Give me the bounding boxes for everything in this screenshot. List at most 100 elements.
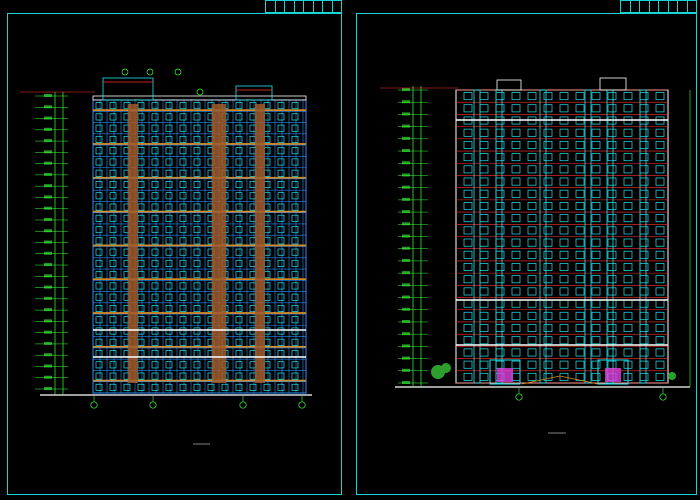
right-window: [591, 336, 601, 345]
right-window: [639, 153, 649, 162]
right-window: [655, 165, 665, 174]
right-window: [543, 360, 553, 369]
left-window: [277, 135, 285, 143]
right-window: [543, 238, 553, 247]
right-window: [655, 226, 665, 235]
left-level-label: [44, 341, 52, 345]
right-level-label: [402, 173, 410, 177]
left-window: [137, 271, 145, 279]
left-window: [137, 135, 145, 143]
left-window: [193, 181, 201, 189]
left-window: [95, 361, 103, 369]
right-window: [607, 92, 617, 101]
left-window: [109, 248, 117, 256]
left-window: [193, 192, 201, 200]
right-level-label: [402, 258, 410, 262]
right-window: [463, 153, 473, 162]
right-window: [463, 177, 473, 186]
right-window: [575, 348, 585, 357]
right-window: [495, 177, 505, 186]
left-window: [109, 271, 117, 279]
left-window: [193, 350, 201, 358]
right-window: [575, 263, 585, 271]
right-window: [559, 275, 569, 284]
right-window: [623, 214, 633, 223]
left-window: [151, 203, 159, 211]
right-level-label: [402, 319, 410, 323]
left-window: [179, 327, 187, 335]
left-window: [179, 181, 187, 189]
left-window: [151, 226, 159, 234]
right-window: [623, 177, 633, 186]
right-window: [591, 250, 601, 259]
left-window: [235, 124, 243, 132]
left-window: [193, 124, 201, 132]
right-window: [511, 202, 521, 210]
left-window: [165, 338, 173, 346]
right-window: [495, 336, 505, 345]
left-window: [179, 113, 187, 121]
right-window: [511, 140, 521, 149]
left-window: [193, 293, 201, 301]
right-window: [559, 348, 569, 357]
right-window: [463, 348, 473, 357]
right-window: [543, 336, 553, 345]
left-level-label: [44, 184, 52, 188]
right-window: [511, 153, 521, 162]
left-window: [277, 169, 285, 177]
left-window: [277, 192, 285, 200]
left-window: [165, 214, 173, 222]
left-roof-tower: [102, 77, 154, 101]
right-window: [607, 336, 617, 345]
right-window: [639, 372, 649, 381]
left-window: [263, 383, 271, 391]
right-window: [623, 238, 633, 247]
left-window: [95, 383, 103, 391]
right-window: [655, 263, 665, 271]
right-window: [655, 250, 665, 259]
right-window: [511, 250, 521, 259]
left-window: [137, 169, 145, 177]
right-window: [543, 250, 553, 259]
left-window: [137, 214, 145, 222]
left-window: [193, 158, 201, 166]
left-window: [179, 124, 187, 132]
right-window: [623, 140, 633, 149]
right-window: [479, 360, 489, 369]
right-window: [511, 92, 521, 101]
right-window: [479, 104, 489, 113]
right-window: [623, 165, 633, 174]
right-window: [511, 311, 521, 320]
right-window: [639, 128, 649, 137]
right-window: [655, 348, 665, 357]
right-window: [607, 202, 617, 210]
right-window: [623, 263, 633, 271]
left-window: [235, 372, 243, 380]
left-window: [291, 293, 299, 301]
left-stair-shaft: [255, 104, 265, 383]
left-window: [277, 350, 285, 358]
right-window: [639, 299, 649, 308]
right-window: [511, 165, 521, 174]
right-window: [559, 177, 569, 186]
left-window: [165, 158, 173, 166]
left-window: [193, 226, 201, 234]
right-window: [495, 226, 505, 235]
left-window: [151, 147, 159, 155]
left-level-label: [44, 319, 52, 323]
right-window: [527, 177, 537, 186]
right-window: [607, 189, 617, 198]
left-window: [151, 372, 159, 380]
right-window: [495, 202, 505, 210]
right-window: [607, 214, 617, 223]
right-level-label: [402, 112, 410, 116]
right-window: [575, 189, 585, 198]
left-window: [95, 226, 103, 234]
left-window: [95, 237, 103, 245]
left-axis-bubble: [239, 401, 247, 409]
left-window: [179, 248, 187, 256]
right-window: [527, 214, 537, 223]
left-window: [193, 338, 201, 346]
right-window: [527, 311, 537, 320]
left-window: [291, 361, 299, 369]
